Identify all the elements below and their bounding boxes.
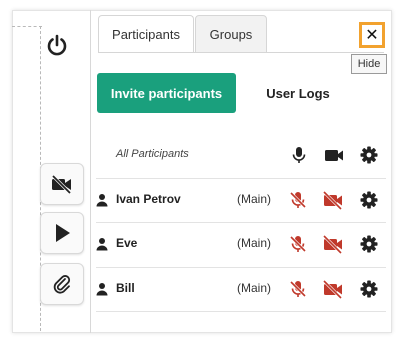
- microphone-muted-icon[interactable]: [288, 190, 308, 210]
- tab-participants[interactable]: Participants: [98, 15, 194, 53]
- close-icon: ✕: [365, 27, 379, 44]
- video-off-icon: [51, 174, 72, 194]
- user-logs-button[interactable]: User Logs: [252, 73, 344, 113]
- panel-divider: [90, 10, 91, 333]
- attach-button[interactable]: [40, 263, 84, 305]
- tooltip-hide: Hide: [351, 54, 387, 74]
- play-button[interactable]: [40, 212, 84, 254]
- gear-icon[interactable]: [359, 279, 379, 299]
- user-icon: [96, 283, 108, 296]
- gear-icon[interactable]: [359, 190, 379, 210]
- paperclip-icon: [53, 275, 71, 294]
- user-icon: [96, 238, 108, 251]
- gear-icon[interactable]: [359, 145, 379, 165]
- participant-role: (Main): [237, 236, 272, 250]
- close-button[interactable]: ✕: [359, 22, 385, 48]
- participant-row: Eve (Main): [92, 222, 392, 266]
- participant-row: Ivan Petrov (Main): [92, 178, 392, 222]
- microphone-muted-icon[interactable]: [288, 279, 308, 299]
- gear-icon[interactable]: [359, 234, 379, 254]
- microphone-muted-icon[interactable]: [288, 234, 308, 254]
- video-camera-icon[interactable]: [323, 145, 345, 165]
- toggle-video-button[interactable]: [40, 163, 84, 205]
- video-camera-off-icon[interactable]: [322, 190, 344, 210]
- tab-groups[interactable]: Groups: [195, 15, 267, 53]
- microphone-icon[interactable]: [289, 145, 309, 165]
- user-icon: [96, 194, 108, 207]
- row-separator: [96, 311, 386, 312]
- power-icon[interactable]: [45, 33, 69, 57]
- tab-baseline: [98, 52, 384, 53]
- participant-name: Bill: [116, 281, 135, 295]
- participant-name: Ivan Petrov: [116, 192, 181, 206]
- video-camera-off-icon[interactable]: [322, 279, 344, 299]
- dashed-guide-horizontal: [12, 26, 42, 27]
- participant-role: (Main): [237, 192, 272, 206]
- video-camera-off-icon[interactable]: [322, 234, 344, 254]
- play-icon: [56, 224, 70, 242]
- invite-participants-button[interactable]: Invite participants: [97, 73, 236, 113]
- participant-name: Eve: [116, 236, 138, 250]
- participant-role: (Main): [237, 281, 272, 295]
- all-participants-label: All Participants: [116, 148, 189, 160]
- participant-row: Bill (Main): [92, 267, 392, 311]
